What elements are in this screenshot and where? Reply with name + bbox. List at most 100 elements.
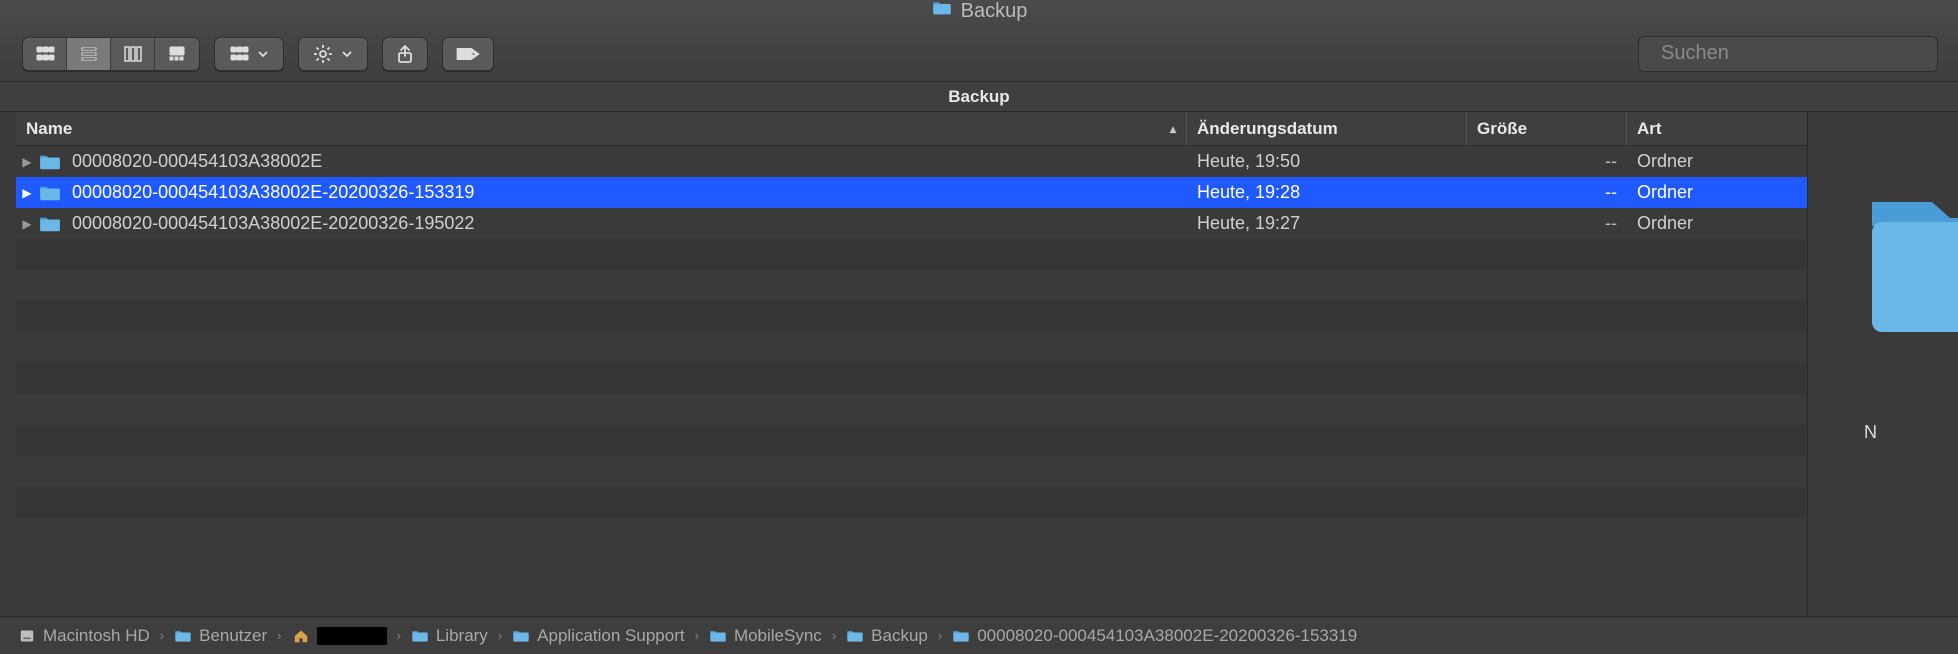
empty-row: [16, 363, 1807, 394]
path-crumb-appsupport[interactable]: Application Support: [512, 626, 684, 646]
path-crumb-label: Benutzer: [199, 626, 267, 646]
column-header-kind-label: Art: [1637, 119, 1662, 139]
preview-folder-icon: [1864, 182, 1958, 342]
folder-icon: [174, 629, 192, 643]
empty-row: [16, 301, 1807, 332]
path-bar: Macintosh HD › Benutzer › › Library › Ap…: [0, 616, 1958, 654]
column-header-name[interactable]: Name ▴: [16, 112, 1187, 145]
path-crumb-label: 00008020-000454103A38002E-20200326-15331…: [977, 626, 1357, 646]
column-header-size[interactable]: Größe: [1467, 112, 1627, 145]
path-crumb-mobilesync[interactable]: MobileSync: [709, 626, 822, 646]
search-input[interactable]: [1661, 42, 1926, 65]
cell-name: 00008020-000454103A38002E-20200326-19502…: [72, 213, 1187, 234]
left-gutter: [0, 112, 16, 616]
path-crumb-home[interactable]: [292, 627, 387, 645]
tag-icon: [455, 46, 481, 62]
chevron-right-icon: ›: [832, 628, 836, 643]
disclosure-triangle-icon[interactable]: ▶: [16, 186, 38, 200]
empty-row: [16, 425, 1807, 456]
view-gallery-button[interactable]: [155, 38, 199, 70]
folder-icon: [38, 184, 62, 202]
cell-kind: Ordner: [1627, 151, 1807, 172]
action-menu-button[interactable]: [298, 37, 368, 71]
window-titlebar: Backup: [0, 0, 1958, 26]
path-crumb-users[interactable]: Benutzer: [174, 626, 267, 646]
view-grid-button[interactable]: [23, 38, 67, 70]
cell-size: --: [1467, 151, 1627, 172]
folder-icon: [846, 629, 864, 643]
gear-icon: [313, 44, 333, 64]
cell-kind: Ordner: [1627, 182, 1807, 203]
cell-size: --: [1467, 213, 1627, 234]
path-crumb-label: Application Support: [537, 626, 684, 646]
chevron-right-icon: ›: [277, 628, 281, 643]
column-headers: Name ▴ Änderungsdatum Größe Art: [16, 112, 1807, 146]
cell-name: 00008020-000454103A38002E-20200326-15331…: [72, 182, 1187, 203]
disclosure-triangle-icon[interactable]: ▶: [16, 217, 38, 231]
empty-row: [16, 239, 1807, 270]
cell-date: Heute, 19:27: [1187, 213, 1467, 234]
group-by-button[interactable]: [214, 37, 284, 71]
home-icon: [292, 629, 310, 643]
disclosure-triangle-icon[interactable]: ▶: [16, 155, 38, 169]
column-header-kind[interactable]: Art: [1627, 112, 1807, 145]
sort-indicator-icon: ▴: [1170, 122, 1176, 136]
path-crumb-leaf[interactable]: 00008020-000454103A38002E-20200326-15331…: [952, 626, 1357, 646]
folder-icon: [952, 629, 970, 643]
column-header-name-label: Name: [26, 119, 72, 139]
table-row[interactable]: ▶ 00008020-000454103A38002E-20200326-1533…: [16, 177, 1807, 208]
window-title: Backup: [961, 0, 1028, 23]
tags-button[interactable]: [442, 37, 494, 71]
path-crumb-label: Library: [436, 626, 488, 646]
empty-row: [16, 270, 1807, 301]
path-crumb-backup[interactable]: Backup: [846, 626, 928, 646]
cell-name: 00008020-000454103A38002E: [72, 151, 1187, 172]
empty-row: [16, 456, 1807, 487]
chevron-right-icon: ›: [938, 628, 942, 643]
folder-icon: [411, 629, 429, 643]
chevron-right-icon: ›: [695, 628, 699, 643]
folder-icon: [709, 629, 727, 643]
folder-icon: [512, 629, 530, 643]
location-header: Backup: [0, 82, 1958, 112]
share-button[interactable]: [382, 37, 428, 71]
share-icon: [395, 44, 415, 64]
column-header-size-label: Größe: [1477, 119, 1527, 139]
preview-pane: N: [1808, 112, 1958, 616]
column-header-date[interactable]: Änderungsdatum: [1187, 112, 1467, 145]
view-mode-group: [22, 37, 200, 71]
view-list-button[interactable]: [67, 38, 111, 70]
path-crumb-label: Backup: [871, 626, 928, 646]
drive-icon: [18, 629, 36, 643]
path-crumb-drive[interactable]: Macintosh HD: [18, 626, 150, 646]
path-crumb-label: Macintosh HD: [43, 626, 150, 646]
chevron-down-icon: [341, 48, 353, 60]
chevron-right-icon: ›: [498, 628, 502, 643]
file-rows: ▶00008020-000454103A38002EHeute, 19:50--…: [16, 146, 1807, 616]
empty-row: [16, 332, 1807, 363]
folder-icon: [38, 215, 62, 233]
toolbar: [0, 26, 1958, 82]
chevron-down-icon: [257, 48, 269, 60]
table-row[interactable]: ▶ 00008020-000454103A38002EHeute, 19:50--…: [16, 146, 1807, 177]
cell-date: Heute, 19:28: [1187, 182, 1467, 203]
chevron-right-icon: ›: [160, 628, 164, 643]
folder-icon: [931, 0, 953, 16]
cell-date: Heute, 19:50: [1187, 151, 1467, 172]
folder-icon: [38, 153, 62, 171]
search-field[interactable]: [1638, 36, 1938, 72]
redacted-username: [317, 627, 387, 645]
chevron-right-icon: ›: [397, 628, 401, 643]
cell-kind: Ordner: [1627, 213, 1807, 234]
location-header-label: Backup: [948, 87, 1009, 107]
preview-caption: N: [1864, 422, 1877, 443]
path-crumb-library[interactable]: Library: [411, 626, 488, 646]
empty-row: [16, 394, 1807, 425]
main-content: Name ▴ Änderungsdatum Größe Art ▶ 0000802…: [0, 112, 1958, 616]
empty-row: [16, 487, 1807, 518]
view-columns-button[interactable]: [111, 38, 155, 70]
table-row[interactable]: ▶ 00008020-000454103A38002E-20200326-1950…: [16, 208, 1807, 239]
list-pane: Name ▴ Änderungsdatum Größe Art ▶ 0000802…: [16, 112, 1808, 616]
column-header-date-label: Änderungsdatum: [1197, 119, 1338, 139]
path-crumb-label: MobileSync: [734, 626, 822, 646]
